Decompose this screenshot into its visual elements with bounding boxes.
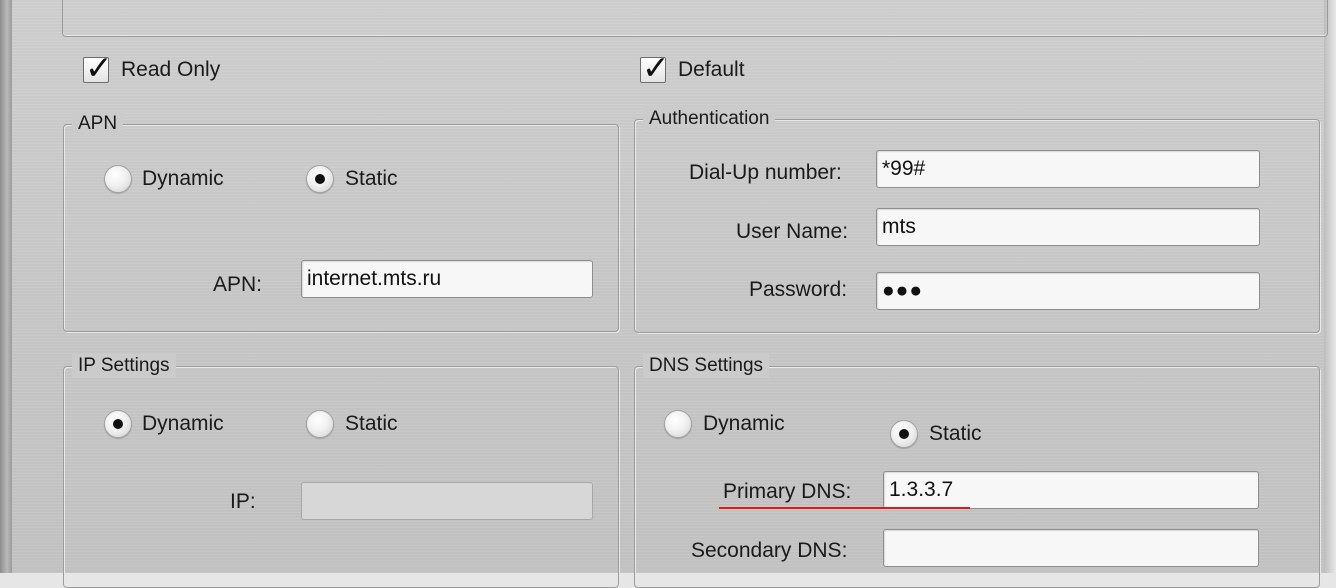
dns-static-label: Static xyxy=(929,422,982,445)
checkmark-icon: ✓ xyxy=(85,48,113,87)
password-label: Password: xyxy=(749,278,848,301)
dns-static-radio[interactable] xyxy=(890,420,918,448)
apn-group: APN Dynamic Static APN: internet.mts.ru xyxy=(63,112,619,332)
apn-static-label: Static xyxy=(345,167,398,190)
ip-static-label: Static xyxy=(345,412,398,435)
username-input[interactable]: mts xyxy=(876,208,1260,246)
dns-settings-group: DNS Settings Dynamic Static Primary DNS:… xyxy=(634,354,1320,588)
primary-dns-label: Primary DNS: xyxy=(723,480,852,503)
dialup-number-input[interactable]: *99# xyxy=(876,150,1260,188)
ip-settings-group-legend: IP Settings xyxy=(72,354,176,378)
ip-dynamic-radio[interactable] xyxy=(104,410,132,438)
apn-dynamic-label: Dynamic xyxy=(142,167,224,190)
read-only-checkbox[interactable]: ✓ xyxy=(83,48,113,87)
apn-group-legend: APN xyxy=(72,112,124,136)
ip-static-radio[interactable] xyxy=(306,410,334,438)
primary-dns-annotation-underline xyxy=(719,507,970,509)
apn-static-radio[interactable] xyxy=(306,165,334,193)
checkmark-icon: ✓ xyxy=(642,48,670,87)
secondary-dns-label: Secondary DNS: xyxy=(691,539,848,562)
apn-dynamic-radio[interactable] xyxy=(104,165,132,193)
secondary-dns-input[interactable] xyxy=(883,529,1259,567)
top-frame xyxy=(62,0,1328,37)
dns-dynamic-radio[interactable] xyxy=(664,410,692,438)
apn-field-label: APN: xyxy=(213,273,263,296)
ip-field-label: IP: xyxy=(230,490,256,513)
primary-dns-input[interactable]: 1.3.3.7 xyxy=(883,471,1259,509)
settings-panel: ✓ Read Only ✓ Default APN Dynamic Static… xyxy=(12,0,1328,588)
window-right-edge xyxy=(1324,0,1336,573)
default-checkbox[interactable]: ✓ xyxy=(640,48,670,87)
ip-dynamic-label: Dynamic xyxy=(142,412,224,435)
radio-selected-dot xyxy=(315,174,325,184)
dns-dynamic-label: Dynamic xyxy=(703,412,785,435)
dns-settings-group-legend: DNS Settings xyxy=(643,354,770,378)
authentication-group: Authentication Dial-Up number: *99# User… xyxy=(634,107,1320,333)
radio-selected-dot xyxy=(113,419,123,429)
authentication-group-legend: Authentication xyxy=(643,107,776,131)
read-only-label: Read Only xyxy=(121,58,221,81)
apn-input[interactable]: internet.mts.ru xyxy=(301,260,593,298)
default-label: Default xyxy=(678,58,745,81)
password-input[interactable]: ●●● xyxy=(876,272,1260,310)
ip-settings-group: IP Settings Dynamic Static IP: xyxy=(63,354,619,588)
username-label: User Name: xyxy=(736,220,849,243)
dialup-number-label: Dial-Up number: xyxy=(689,161,842,184)
ip-input[interactable] xyxy=(301,482,593,520)
radio-selected-dot xyxy=(899,429,909,439)
